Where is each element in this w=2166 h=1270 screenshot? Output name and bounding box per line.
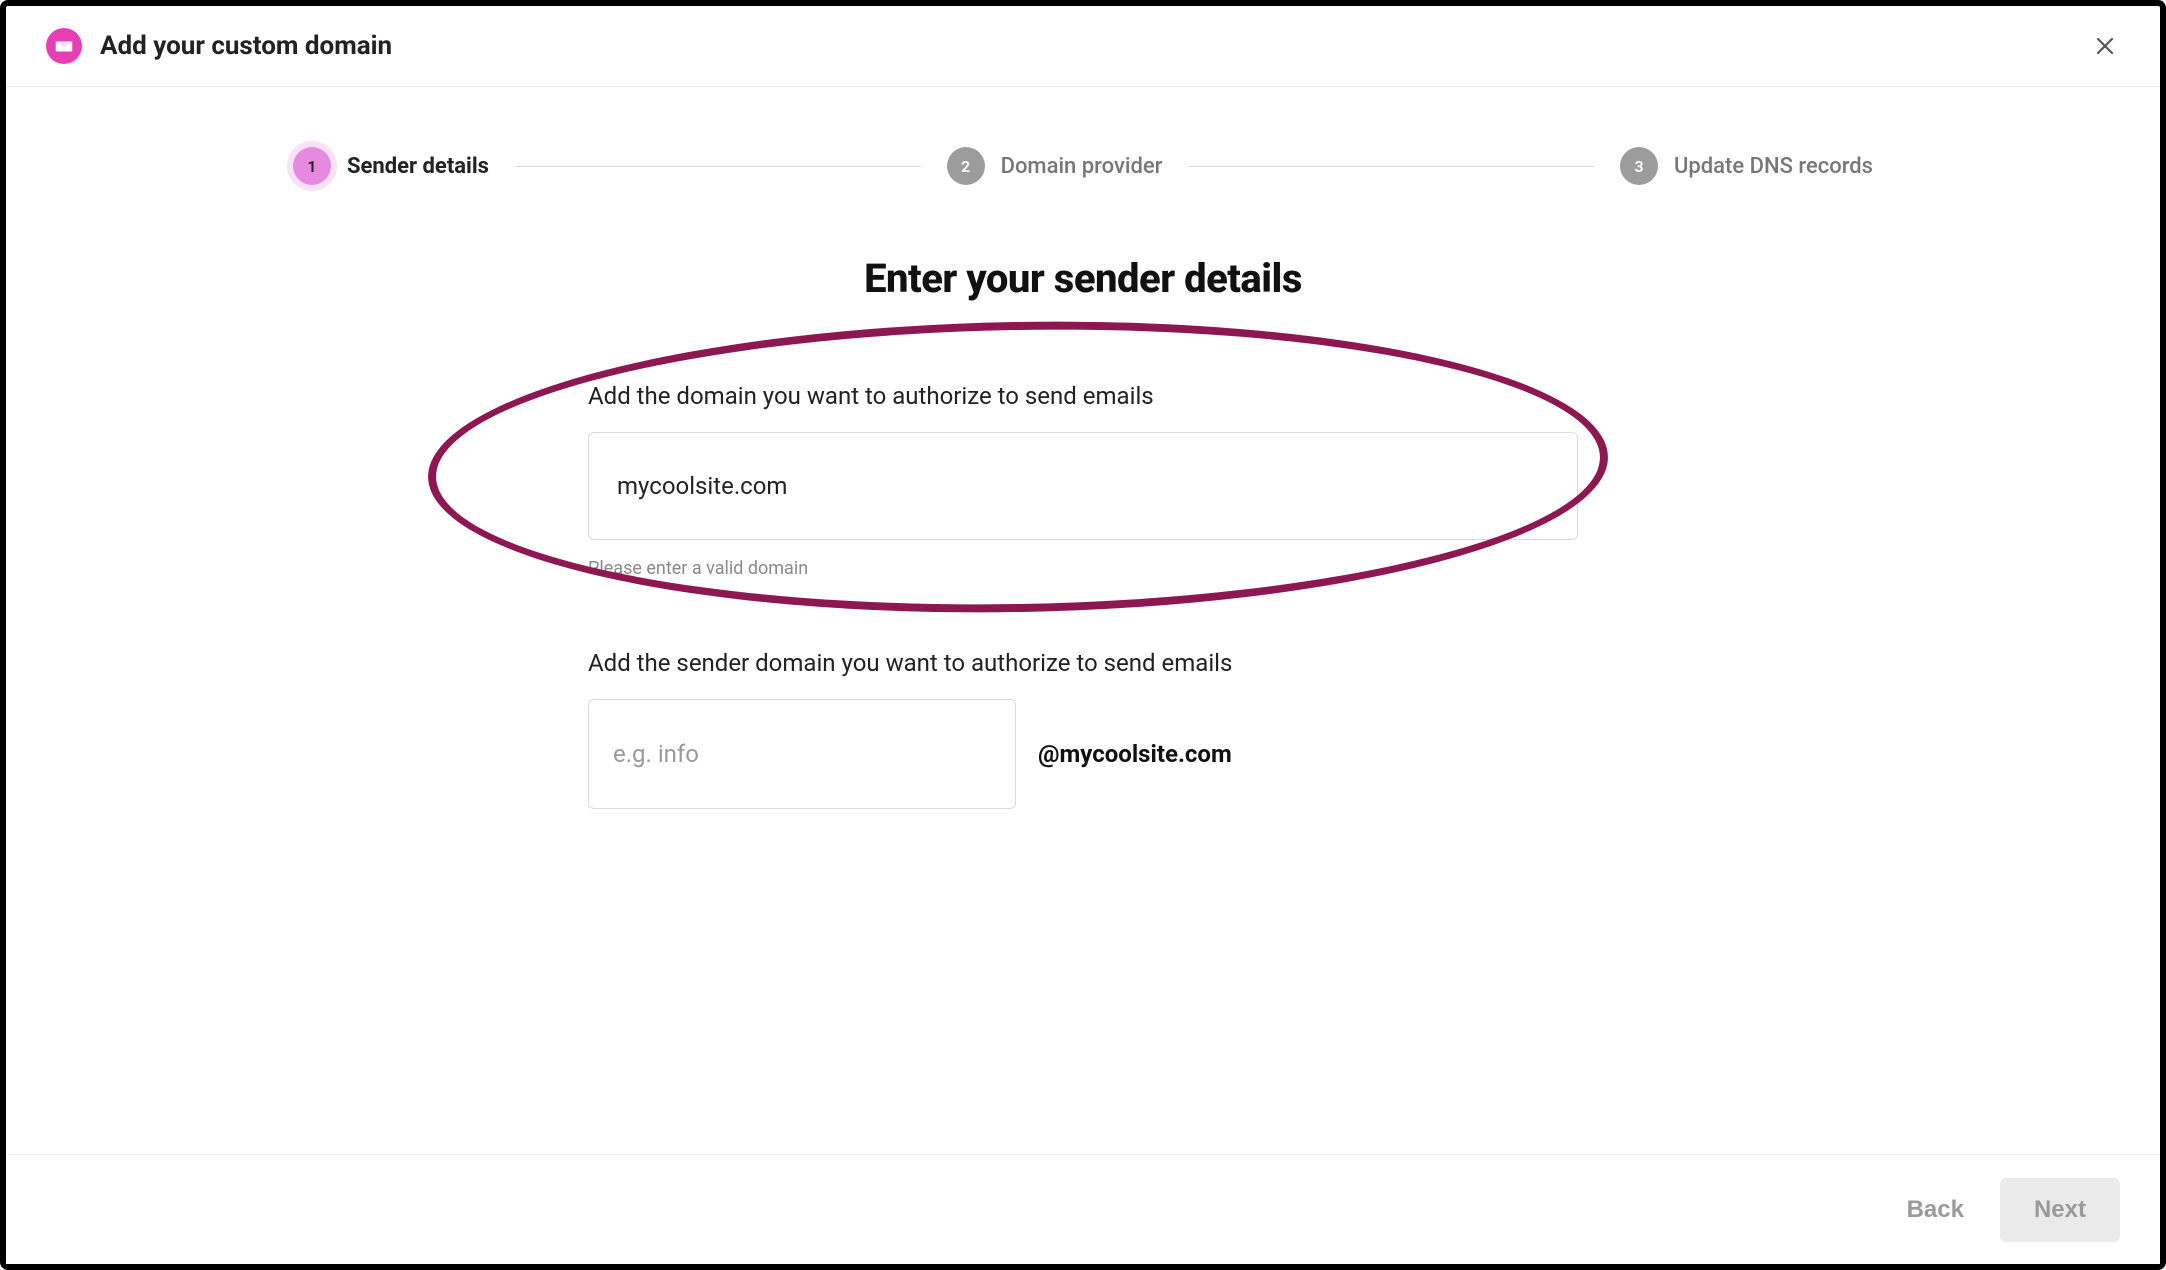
step-number-1: 1 [293, 147, 331, 185]
sender-field-block: Add the sender domain you want to author… [588, 649, 1578, 809]
domain-input[interactable] [588, 432, 1578, 540]
envelope-icon [53, 35, 75, 57]
step-label-1: Sender details [347, 154, 489, 179]
step-sender-details[interactable]: 1 Sender details [293, 147, 489, 185]
step-divider [515, 166, 921, 167]
step-domain-provider[interactable]: 2 Domain provider [947, 147, 1163, 185]
domain-suffix: @mycoolsite.com [1038, 740, 1232, 768]
modal-header: Add your custom domain [6, 6, 2160, 87]
step-number-2: 2 [947, 147, 985, 185]
sender-field-label: Add the sender domain you want to author… [588, 649, 1578, 677]
step-update-dns[interactable]: 3 Update DNS records [1620, 147, 1873, 185]
close-icon [2093, 34, 2117, 58]
sender-row: @mycoolsite.com [588, 699, 1578, 809]
main-content: Enter your sender details Add the domain… [588, 255, 1578, 809]
sender-input[interactable] [588, 699, 1016, 809]
step-label-3: Update DNS records [1674, 154, 1873, 179]
step-divider [1188, 166, 1594, 167]
step-label-2: Domain provider [1001, 154, 1163, 179]
domain-field-block: Add the domain you want to authorize to … [588, 382, 1578, 579]
step-number-3: 3 [1620, 147, 1658, 185]
app-icon [46, 28, 82, 64]
modal-footer: Back Next [6, 1154, 2160, 1264]
header-left: Add your custom domain [46, 28, 392, 64]
page-heading: Enter your sender details [588, 255, 1578, 302]
domain-help-text: Please enter a valid domain [588, 558, 1578, 579]
domain-field-label: Add the domain you want to authorize to … [588, 382, 1578, 410]
next-button[interactable]: Next [2000, 1178, 2120, 1242]
stepper: 1 Sender details 2 Domain provider 3 Upd… [293, 147, 1873, 185]
modal-title: Add your custom domain [100, 31, 392, 61]
close-button[interactable] [2090, 31, 2120, 61]
back-button[interactable]: Back [1897, 1184, 1974, 1236]
